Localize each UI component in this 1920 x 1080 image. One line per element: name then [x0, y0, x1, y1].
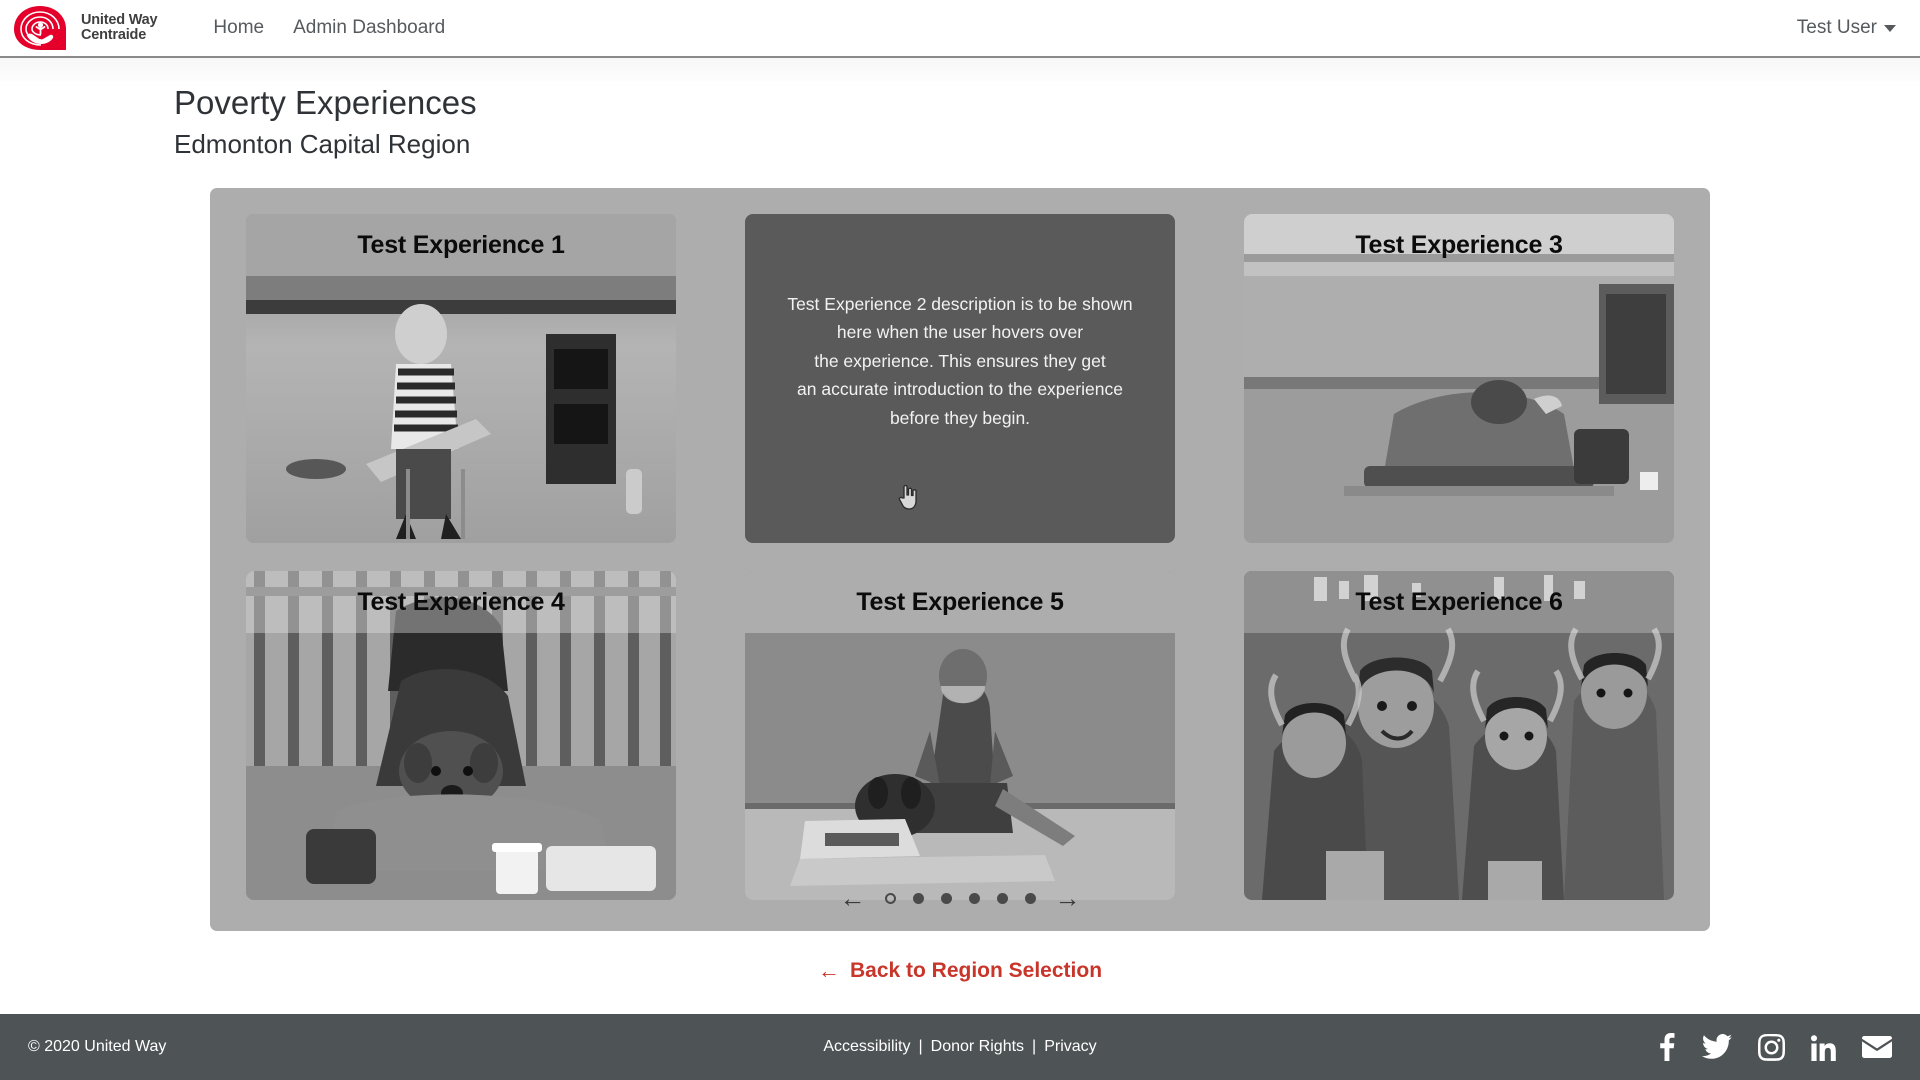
- back-link-label: Back to Region Selection: [849, 959, 1103, 983]
- experience-title-band: Test Experience 5: [745, 571, 1175, 634]
- experience-title: Test Experience 4: [357, 587, 565, 616]
- chevron-down-icon: [1884, 24, 1896, 32]
- back-link-row: ← Back to Region Selection: [0, 959, 1920, 983]
- page-subtitle: Edmonton Capital Region: [174, 129, 471, 160]
- experience-card[interactable]: Test Experience 5: [745, 571, 1175, 901]
- carousel-prev-arrow-icon[interactable]: ←: [831, 885, 875, 911]
- email-icon[interactable]: [1862, 1036, 1892, 1058]
- carousel-dot[interactable]: [940, 892, 952, 904]
- back-to-region-selection-link[interactable]: ← Back to Region Selection: [818, 959, 1102, 983]
- experience-title-band: Test Experience 3: [1244, 214, 1674, 277]
- carousel-next-arrow-icon[interactable]: →: [1046, 885, 1090, 911]
- experience-description: Test Experience 2 description is to be s…: [787, 293, 1133, 428]
- footer-social-links: [1658, 1033, 1892, 1061]
- footer-link-donor-rights[interactable]: Donor Rights: [931, 1038, 1024, 1056]
- experience-card[interactable]: Test Experience 1: [246, 214, 676, 544]
- footer-separator: |: [918, 1038, 923, 1055]
- instagram-icon[interactable]: [1758, 1033, 1785, 1061]
- carousel-dots: [884, 892, 1036, 904]
- experience-title: Test Experience 5: [856, 587, 1064, 616]
- footer-link-accessibility[interactable]: Accessibility: [823, 1038, 910, 1056]
- experience-card[interactable]: Test Experience 2 Test Experience 2 desc…: [745, 214, 1175, 544]
- user-menu[interactable]: Test User: [1797, 17, 1896, 39]
- experience-card-grid: Test Experience 1 Test Experience 2 desc…: [242, 214, 1678, 901]
- carousel-dot[interactable]: [996, 892, 1008, 904]
- page-root: United Way Centraide Home Admin Dashboar…: [0, 0, 1920, 1080]
- carousel-dot[interactable]: [884, 892, 896, 904]
- user-menu-label: Test User: [1796, 17, 1877, 38]
- united-way-logo-icon: [14, 6, 66, 50]
- experience-card[interactable]: Test Experience 6: [1244, 571, 1674, 901]
- main-content: Poverty Experiences Edmonton Capital Reg…: [0, 58, 1920, 1014]
- nav-link-home[interactable]: Home: [213, 17, 264, 39]
- carousel-controls: ← →: [210, 885, 1710, 911]
- footer-separator: |: [1032, 1038, 1037, 1055]
- nav-links: Home Admin Dashboard: [213, 17, 445, 39]
- brand-line-1: United Way: [81, 11, 158, 28]
- page-title: Poverty Experiences: [174, 84, 477, 121]
- footer-links: Accessibility | Donor Rights | Privacy: [823, 1038, 1096, 1056]
- page-footer: © 2020 United Way Accessibility | Donor …: [0, 1014, 1920, 1080]
- footer-link-privacy[interactable]: Privacy: [1044, 1038, 1096, 1056]
- carousel-dot[interactable]: [1024, 892, 1036, 904]
- experience-title-band: Test Experience 4: [246, 571, 676, 634]
- brand-logo[interactable]: United Way Centraide: [10, 3, 158, 53]
- experience-hover-overlay: Test Experience 2 description is to be s…: [745, 214, 1175, 544]
- page-heading: Poverty Experiences Edmonton Capital Reg…: [0, 58, 1920, 162]
- footer-copyright: © 2020 United Way: [28, 1038, 167, 1055]
- arrow-left-icon: ←: [817, 958, 840, 984]
- carousel-dot[interactable]: [968, 892, 980, 904]
- experience-title: Test Experience 3: [1355, 230, 1563, 259]
- carousel-dot[interactable]: [912, 892, 924, 904]
- experience-title-band: Test Experience 6: [1244, 571, 1674, 634]
- experience-title-band: Test Experience 1: [246, 214, 676, 277]
- experience-title: Test Experience 1: [357, 230, 565, 259]
- experience-title: Test Experience 6: [1355, 587, 1563, 616]
- top-navbar: United Way Centraide Home Admin Dashboar…: [0, 0, 1920, 58]
- nav-link-admin-dashboard[interactable]: Admin Dashboard: [293, 17, 445, 39]
- facebook-icon[interactable]: [1658, 1033, 1676, 1061]
- brand-line-2: Centraide: [81, 27, 147, 43]
- experience-carousel-panel: Test Experience 1 Test Experience 2 desc…: [210, 188, 1710, 932]
- twitter-icon[interactable]: [1702, 1034, 1732, 1060]
- experience-card[interactable]: Test Experience 4: [246, 571, 676, 901]
- experience-card[interactable]: Test Experience 3: [1244, 214, 1674, 544]
- navbar-right: Test User: [1797, 17, 1896, 39]
- brand-wordmark: United Way Centraide: [81, 11, 158, 43]
- linkedin-icon[interactable]: [1811, 1034, 1836, 1061]
